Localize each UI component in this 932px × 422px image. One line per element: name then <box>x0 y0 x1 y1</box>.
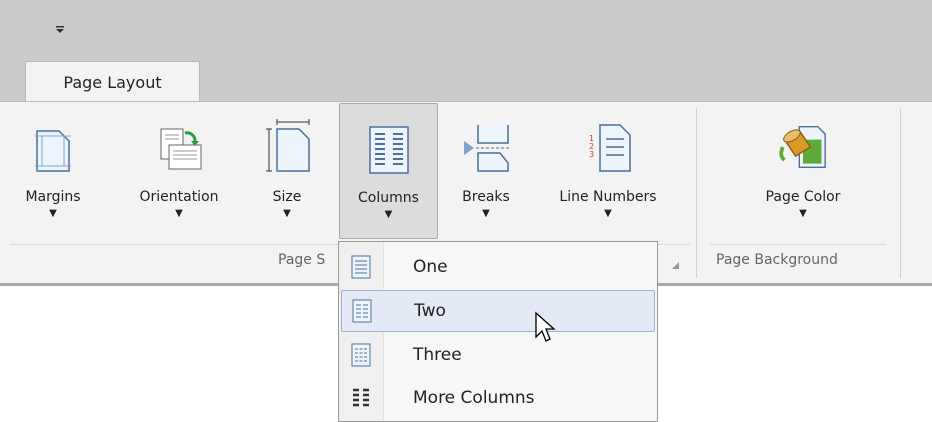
margins-label: Margins <box>25 189 81 205</box>
mouse-pointer-icon <box>535 311 556 342</box>
breaks-icon <box>462 113 510 173</box>
dropdown-arrow-icon: ▼ <box>604 208 612 219</box>
dropdown-arrow-icon: ▼ <box>175 208 183 219</box>
menu-item-one[interactable]: One <box>341 246 655 288</box>
group-separator <box>696 108 697 278</box>
breaks-label: Breaks <box>462 189 510 205</box>
menu-item-label: One <box>413 257 448 277</box>
group-divider <box>710 244 886 245</box>
tab-label: Page Layout <box>63 72 162 92</box>
orientation-label: Orientation <box>139 189 219 205</box>
tab-page-layout[interactable]: Page Layout <box>25 61 200 102</box>
dropdown-arrow-icon: ▼ <box>283 208 291 219</box>
page-color-button[interactable]: Page Color ▼ <box>722 103 884 239</box>
menu-item-label: Three <box>413 345 462 365</box>
columns-icon <box>365 114 413 174</box>
dialog-launcher-icon[interactable] <box>672 262 679 269</box>
page-color-label: Page Color <box>765 189 841 205</box>
dropdown-arrow-icon: ▼ <box>799 208 807 219</box>
customize-quick-access-arrow-icon[interactable] <box>50 20 70 40</box>
margins-button[interactable]: Margins ▼ <box>12 103 94 239</box>
group-separator <box>900 108 901 278</box>
menu-item-more-columns[interactable]: More Columns <box>341 377 655 419</box>
group-label-page-setup: Page S <box>278 252 326 268</box>
menu-item-label: Two <box>414 301 446 321</box>
dropdown-arrow-icon: ▼ <box>384 209 393 220</box>
one-column-icon <box>341 255 381 279</box>
columns-dropdown-menu: One Two Three More Columns <box>338 241 658 422</box>
title-bar: Page Layout <box>0 0 932 102</box>
breaks-button[interactable]: Breaks ▼ <box>448 103 524 239</box>
three-columns-icon <box>341 343 381 367</box>
menu-item-label: More Columns <box>413 388 535 408</box>
menu-item-three[interactable]: Three <box>341 334 655 376</box>
margins-icon <box>29 113 77 173</box>
orientation-icon <box>155 113 203 173</box>
orientation-button[interactable]: Orientation ▼ <box>118 103 240 239</box>
size-label: Size <box>272 189 302 205</box>
svg-text:3: 3 <box>589 150 594 159</box>
columns-label: Columns <box>358 190 419 206</box>
size-icon <box>263 113 311 173</box>
line-numbers-icon: 123 <box>584 113 632 173</box>
more-columns-icon <box>341 387 381 409</box>
line-numbers-button[interactable]: 123 Line Numbers ▼ <box>536 103 680 239</box>
menu-item-two[interactable]: Two <box>341 290 655 332</box>
two-columns-icon <box>342 299 382 323</box>
paint-bucket-icon <box>779 113 827 173</box>
columns-button[interactable]: Columns ▼ <box>339 103 438 239</box>
group-label-page-background: Page Background <box>716 252 838 268</box>
size-button[interactable]: Size ▼ <box>252 103 322 239</box>
line-numbers-label: Line Numbers <box>559 189 657 205</box>
dropdown-arrow-icon: ▼ <box>482 208 490 219</box>
dropdown-arrow-icon: ▼ <box>49 208 57 219</box>
